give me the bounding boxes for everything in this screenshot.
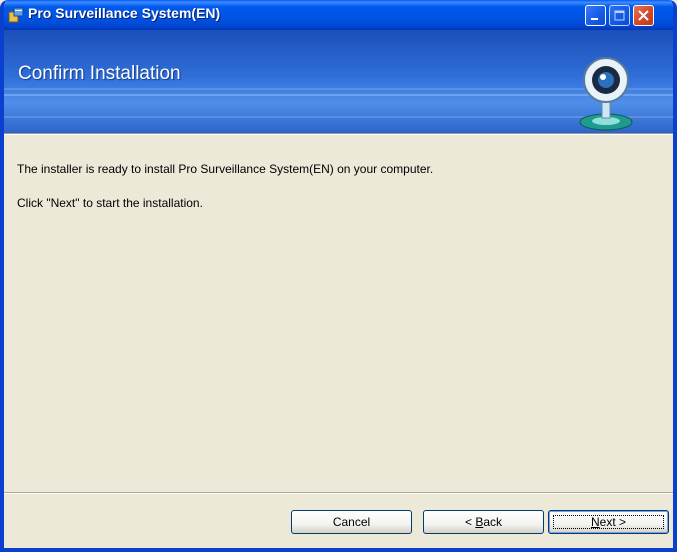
minimize-icon xyxy=(591,18,598,20)
installer-icon xyxy=(8,7,24,23)
title-bar[interactable]: Pro Surveillance System(EN) xyxy=(4,0,673,30)
back-label-mnemonic: B xyxy=(475,515,484,529)
minimize-button[interactable] xyxy=(585,5,606,26)
maximize-icon xyxy=(614,10,625,21)
close-icon xyxy=(638,10,649,21)
banner-stripe xyxy=(4,116,673,118)
back-button[interactable]: < Back xyxy=(423,510,544,534)
webcam-icon xyxy=(579,57,633,131)
page-title: Confirm Installation xyxy=(18,63,181,84)
banner-stripe xyxy=(4,88,673,90)
cancel-label: Cancel xyxy=(332,515,371,529)
instruction-message: Click "Next" to start the installation. xyxy=(17,196,203,210)
footer-divider xyxy=(4,492,673,494)
back-label-prefix: < xyxy=(464,515,476,529)
banner-stripe xyxy=(4,94,673,96)
installer-window: Pro Surveillance System(EN) Confirm Inst… xyxy=(0,0,677,552)
focus-ring xyxy=(553,515,664,529)
ready-message: The installer is ready to install Pro Su… xyxy=(17,162,434,176)
cancel-button[interactable]: Cancel xyxy=(291,510,412,534)
back-label-rest: ack xyxy=(483,515,503,529)
maximize-button xyxy=(609,5,630,26)
next-button[interactable]: Next > xyxy=(548,510,669,534)
close-button[interactable] xyxy=(633,5,654,26)
header-banner: Confirm Installation xyxy=(4,30,673,133)
window-title: Pro Surveillance System(EN) xyxy=(28,5,221,21)
banner-divider xyxy=(4,133,673,135)
